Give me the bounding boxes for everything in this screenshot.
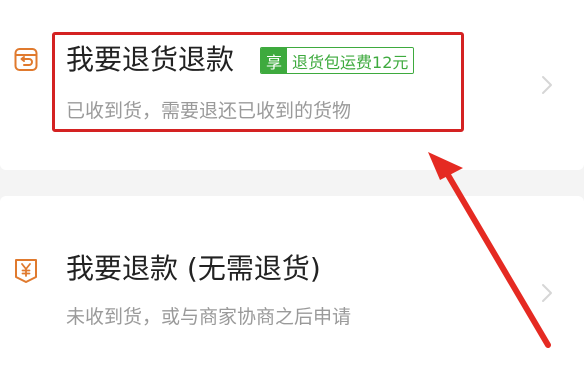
chevron-right-icon xyxy=(540,74,554,96)
refund-only-option[interactable]: 我要退款 (无需退货) 未收到货，或与商家协商之后申请 xyxy=(0,196,584,376)
highlight-box xyxy=(52,32,464,132)
refund-yuan-icon xyxy=(14,257,38,283)
option-subtitle: 未收到货，或与商家协商之后申请 xyxy=(66,306,352,328)
chevron-right-icon xyxy=(540,282,554,304)
option-title: 我要退款 (无需退货) xyxy=(66,252,321,285)
return-box-icon xyxy=(14,46,38,72)
